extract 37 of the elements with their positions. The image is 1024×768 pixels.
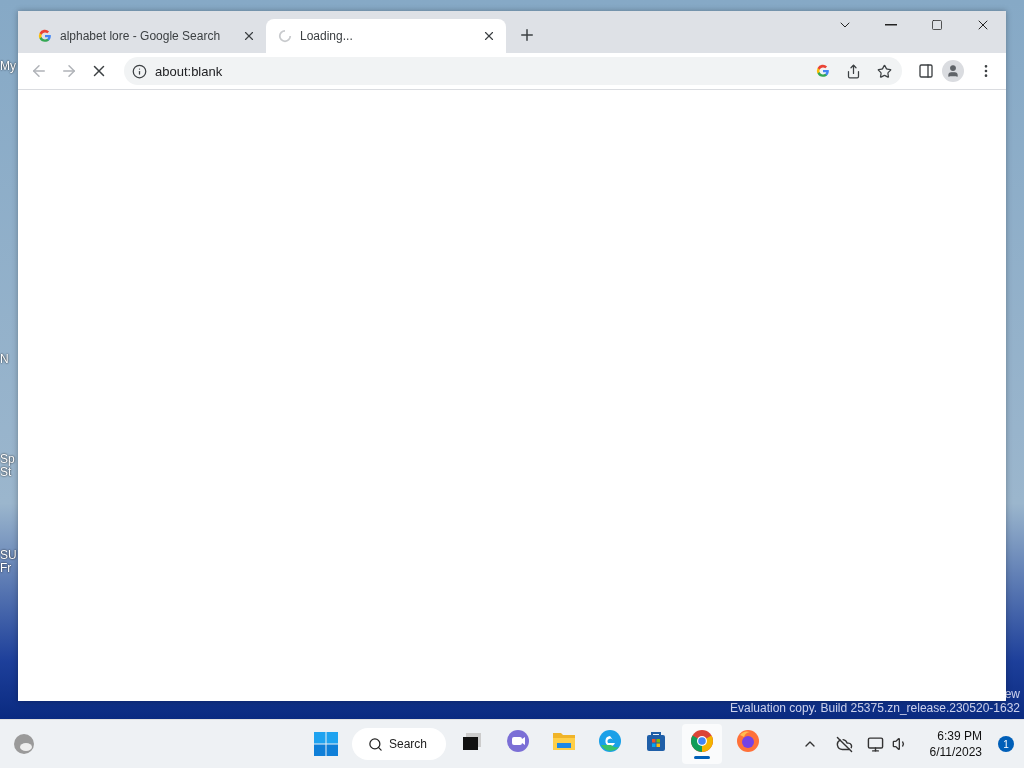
cloud-off-icon[interactable] [835, 735, 853, 753]
desktop-icon-label: Sp St [0, 453, 15, 479]
close-icon[interactable] [482, 29, 496, 43]
desktop-icon-label: My [0, 60, 16, 73]
close-icon[interactable] [242, 29, 256, 43]
maximize-icon [931, 19, 943, 31]
firefox-browser-icon [736, 729, 760, 753]
plus-icon [518, 26, 536, 44]
folder-icon [552, 730, 576, 752]
loading-spinner-icon [278, 29, 292, 43]
profile-avatar[interactable] [942, 60, 964, 82]
clock[interactable]: 6:39 PM 6/11/2023 [929, 728, 982, 760]
store-icon [645, 730, 667, 752]
task-view-icon [461, 730, 483, 752]
google-logo-icon [816, 64, 830, 78]
taskbar-search[interactable]: Search [352, 728, 446, 760]
desktop-icon-label: N [0, 353, 9, 366]
browser-tab[interactable]: alphabet lore - Google Search [26, 19, 266, 53]
person-icon [946, 64, 960, 78]
info-icon[interactable] [132, 63, 147, 79]
windows-logo-icon [314, 732, 338, 756]
google-logo-icon [38, 29, 52, 43]
chat-icon [506, 729, 530, 753]
watermark-text: Evaluation copy. Build 25375.zn_release.230520-1632 [730, 701, 1020, 715]
browser-tab[interactable]: Loading... [266, 19, 506, 53]
share-icon [846, 63, 861, 79]
forward-arrow-icon [60, 62, 78, 80]
star-icon [877, 63, 892, 79]
minimize-icon [885, 24, 897, 26]
taskbar-app[interactable] [682, 724, 722, 764]
desktop-icon-label: SU Fr [0, 549, 17, 575]
notification-badge[interactable]: 1 [998, 736, 1014, 752]
address-bar[interactable]: about:blank [124, 57, 902, 85]
chrome-browser-icon [690, 729, 714, 753]
side-panel-icon [918, 63, 934, 79]
edge-browser-icon [598, 729, 622, 753]
search-icon [368, 736, 383, 752]
